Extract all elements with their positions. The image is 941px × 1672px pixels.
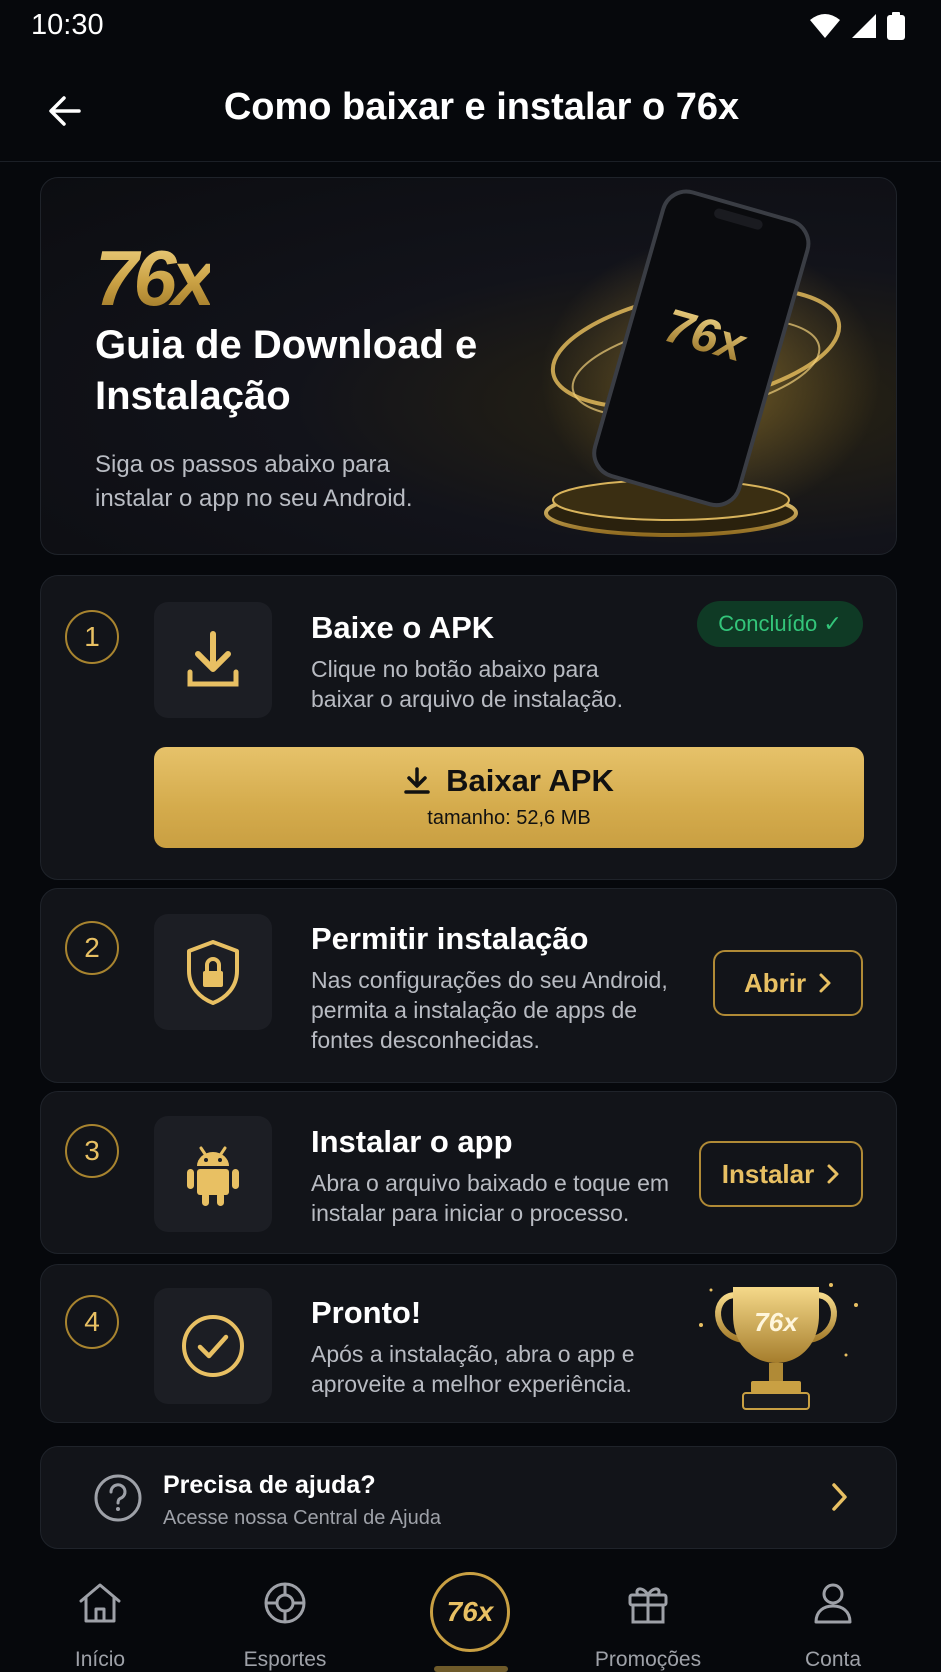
app-bar: Como baixar e instalar o 76x xyxy=(0,56,941,162)
nav-item-esportes[interactable]: Esportes xyxy=(210,1565,360,1672)
chevron-right-icon xyxy=(832,1483,847,1511)
step-title: Baixe o APK xyxy=(311,610,495,645)
help-circle-icon xyxy=(94,1474,142,1522)
home-icon xyxy=(79,1583,121,1623)
step-icon-box xyxy=(154,1288,272,1404)
status-bar: 10:30 xyxy=(0,0,941,56)
nav-item-inicio[interactable]: Início xyxy=(25,1565,175,1672)
status-icons xyxy=(809,12,905,40)
nav-item-promocoes[interactable]: Promoções xyxy=(573,1565,723,1672)
nav-label: Conta xyxy=(804,1648,862,1671)
page-title: Como baixar e instalar o 76x xyxy=(223,86,740,128)
user-icon xyxy=(814,1583,852,1624)
install-button[interactable]: Instalar xyxy=(699,1141,863,1207)
trophy-icon: 76x xyxy=(699,1283,858,1410)
nav-label: Início xyxy=(74,1648,126,1671)
download-apk-button[interactable]: Baixar APK tamanho: 52,6 MB xyxy=(154,747,864,848)
hero-banner: 76x Guia de Download e Instalação Siga o… xyxy=(40,177,897,555)
step-title: Instalar o app xyxy=(311,1124,513,1159)
chevron-right-icon xyxy=(827,1164,839,1184)
download-icon xyxy=(187,631,239,687)
step-icon-box xyxy=(154,602,272,718)
download-button-main: Baixar APK xyxy=(154,763,864,799)
bottom-nav: Início Esportes 76x Promoções Conta xyxy=(0,1565,941,1672)
step-icon-box xyxy=(154,914,272,1030)
shield-lock-icon xyxy=(187,940,239,1005)
hero-title: Guia de Download e Instalação xyxy=(95,323,478,418)
step-description: Nas configurações do seu Android, permit… xyxy=(311,967,668,1053)
chevron-right-icon xyxy=(819,973,831,993)
step-number: 2 xyxy=(65,921,119,975)
step-card-1: 1 Baixe o APK Clique no botão abaixo par… xyxy=(40,575,897,880)
open-settings-button[interactable]: Abrir xyxy=(713,950,863,1016)
step-title: Permitir instalação xyxy=(311,921,589,956)
open-button-label: Abrir xyxy=(743,967,807,998)
step-number: 3 xyxy=(65,1124,119,1178)
step-card-3: 3 Instalar o app Abra o arquivo baixado … xyxy=(40,1091,897,1254)
hero-subtitle: Siga os passos abaixo para instalar o ap… xyxy=(95,451,413,512)
android-icon xyxy=(187,1146,239,1206)
nav-active-indicator xyxy=(434,1666,508,1672)
step-card-4: 4 Pronto! Após a instalação, abra o app … xyxy=(40,1264,897,1423)
brand-logo: 76x xyxy=(95,234,215,322)
check-circle-icon xyxy=(182,1315,244,1377)
nav-item-conta[interactable]: Conta xyxy=(758,1565,908,1672)
help-center-link[interactable]: Precisa de ajuda? Acesse nossa Central d… xyxy=(40,1446,897,1549)
phone-illustration: 76x xyxy=(541,189,881,537)
nav-label: Esportes xyxy=(243,1648,327,1671)
nav-item-home-logo[interactable]: 76x xyxy=(430,1572,510,1652)
step-title: Pronto! xyxy=(311,1295,422,1330)
status-time: 10:30 xyxy=(31,9,104,41)
step-description: Após a instalação, abra o app e aproveit… xyxy=(311,1341,635,1397)
step-description: Abra o arquivo baixado e toque em instal… xyxy=(311,1170,670,1226)
gift-icon xyxy=(628,1587,668,1624)
install-button-label: Instalar xyxy=(721,1158,815,1189)
download-button-label: Baixar APK xyxy=(446,763,614,798)
step-description: Clique no botão abaixo para baixar o arq… xyxy=(311,656,623,712)
help-subtitle: Acesse nossa Central de Ajuda xyxy=(163,1507,441,1529)
trophy-label: 76x xyxy=(754,1307,799,1337)
wifi-icon xyxy=(810,14,840,38)
help-title: Precisa de ajuda? xyxy=(163,1471,376,1499)
status-badge: Concluído ✓ xyxy=(697,601,863,647)
sports-ball-icon xyxy=(264,1582,306,1624)
signal-icon xyxy=(852,14,876,38)
battery-icon xyxy=(887,12,905,40)
step-number: 1 xyxy=(65,610,119,664)
download-icon xyxy=(404,767,430,794)
step-card-2: 2 Permitir instalação Nas configurações … xyxy=(40,888,897,1083)
file-size: tamanho: 52,6 MB xyxy=(427,807,591,829)
step-icon-box xyxy=(154,1116,272,1232)
nav-label: Promoções xyxy=(594,1648,702,1671)
step-number: 4 xyxy=(65,1295,119,1349)
